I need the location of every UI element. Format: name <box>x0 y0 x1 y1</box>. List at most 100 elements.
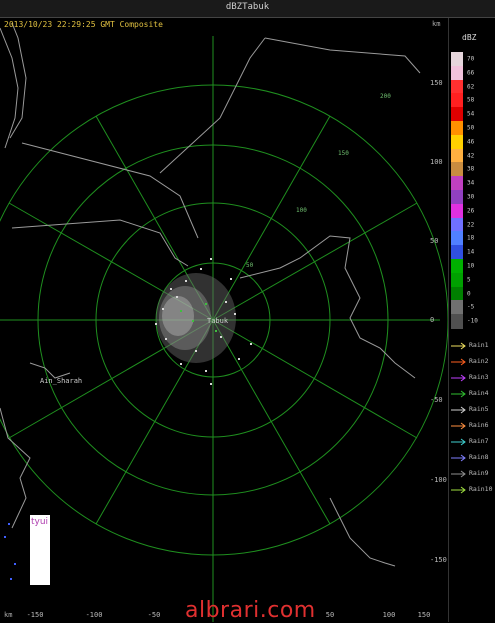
x-tick-label: 50 <box>325 611 335 619</box>
color-scale-label: 62 <box>467 83 475 91</box>
arrow-icon <box>451 406 466 414</box>
color-swatch <box>451 231 463 246</box>
ring-label: 150 <box>338 150 349 157</box>
color-swatch <box>451 272 463 288</box>
border-line <box>329 497 396 567</box>
radar-timestamp-header: 2013/10/23 22:29:25 GMT Composite <box>4 20 163 29</box>
color-scale-label: 26 <box>467 207 475 215</box>
window-titlebar: dBZTabuk <box>0 0 495 18</box>
rain-legend-label: Rain10 <box>469 485 493 493</box>
color-scale-label: 46 <box>467 138 475 146</box>
ring-label: 50 <box>246 262 254 269</box>
rain-legend-label: Rain3 <box>469 373 489 381</box>
radial-line <box>212 319 418 439</box>
y-tick-label: -50 <box>430 396 443 404</box>
unit-label-top: km <box>432 20 441 28</box>
color-scale-label: 14 <box>467 248 475 256</box>
rain-legend-label: Rain6 <box>469 421 489 429</box>
color-scale-label: 42 <box>467 152 475 160</box>
color-swatch <box>451 300 463 315</box>
x-tick-label: 150 <box>417 611 431 619</box>
ring-label: 100 <box>296 207 307 214</box>
color-scale-label: 34 <box>467 179 475 187</box>
color-scale-label: 50 <box>467 124 475 132</box>
color-swatch <box>451 314 463 329</box>
color-swatch <box>451 259 463 274</box>
color-swatch <box>451 162 463 177</box>
border-line <box>0 407 31 529</box>
arrow-icon <box>451 390 466 398</box>
arrow-icon <box>451 438 466 446</box>
rain-legend-item[interactable]: Rain6 <box>451 420 495 432</box>
arrow-icon <box>451 422 466 430</box>
color-scale-label: -5 <box>467 303 475 311</box>
x-tick-label: -100 <box>85 611 103 619</box>
border-line <box>9 22 27 139</box>
color-scale-label: 10 <box>467 262 475 270</box>
color-swatch <box>451 107 463 122</box>
color-swatch <box>451 286 463 302</box>
x-tick-label: -150 <box>26 611 44 619</box>
color-swatch <box>451 245 463 260</box>
rain-legend-item[interactable]: Rain8 <box>451 452 495 464</box>
color-scale-label: 38 <box>467 165 475 173</box>
color-swatch <box>451 203 463 219</box>
radial-line <box>212 319 331 525</box>
color-swatch <box>451 93 463 108</box>
color-scale-label: 58 <box>467 96 475 104</box>
color-swatch <box>451 190 463 205</box>
border-line <box>11 219 189 267</box>
border-line <box>29 362 71 379</box>
arrow-icon <box>451 358 466 366</box>
border-line <box>264 37 421 74</box>
ring-label: 200 <box>380 93 391 100</box>
color-scale-label: 66 <box>467 69 475 77</box>
note-box: tyui <box>30 515 50 585</box>
rain-legend-label: Rain4 <box>469 389 489 397</box>
rain-legend-item[interactable]: Rain5 <box>451 404 495 416</box>
color-swatch <box>451 176 463 191</box>
color-scale-label: 5 <box>467 276 471 284</box>
arrow-icon <box>451 342 466 350</box>
rain-legend-label: Rain7 <box>469 437 489 445</box>
rain-legend-item[interactable]: Rain3 <box>451 372 495 384</box>
arrow-icon <box>451 470 466 478</box>
color-scale-label: 54 <box>467 110 475 118</box>
rain-legend-label: Rain8 <box>469 453 489 461</box>
y-tick-label: -100 <box>430 476 447 484</box>
arrow-icon <box>451 486 466 494</box>
color-scale-label: -10 <box>467 317 478 325</box>
radial-line <box>212 202 418 321</box>
site-label-tabuk: Tabuk <box>207 317 229 325</box>
color-swatch <box>451 121 463 136</box>
color-scale-label: 70 <box>467 55 475 63</box>
arrow-icon <box>451 454 466 462</box>
site-label-ain-sharah: Ain_Sharah <box>40 377 83 385</box>
color-scale-label: 30 <box>467 193 475 201</box>
watermark: albrari.com <box>185 598 316 623</box>
legend-title: dBZ <box>462 33 477 42</box>
rain-legend-item[interactable]: Rain2 <box>451 356 495 368</box>
border-line <box>21 142 199 239</box>
color-swatch <box>451 217 463 233</box>
radial-line <box>212 115 331 321</box>
rain-legend-item[interactable]: Rain4 <box>451 388 495 400</box>
arrow-icon <box>451 374 466 382</box>
rain-legend-item[interactable]: Rain1 <box>451 340 495 352</box>
rain-legend-item[interactable]: Rain10 <box>451 484 495 496</box>
y-tick-label: -150 <box>430 556 447 564</box>
rain-legend-label: Rain1 <box>469 341 489 349</box>
color-swatch <box>451 65 463 81</box>
color-swatch <box>451 134 463 150</box>
y-tick-label: 150 <box>430 79 443 87</box>
color-swatch <box>451 52 463 67</box>
note-text: tyui <box>31 517 49 527</box>
x-tick-label: 100 <box>382 611 396 619</box>
rain-legend-item[interactable]: Rain9 <box>451 468 495 480</box>
rain-legend-label: Rain2 <box>469 357 489 365</box>
x-tick-label: -50 <box>147 611 161 619</box>
border-line <box>239 235 416 379</box>
window-title: dBZTabuk <box>225 2 270 12</box>
rain-legend-item[interactable]: Rain7 <box>451 436 495 448</box>
color-swatch <box>451 148 463 164</box>
